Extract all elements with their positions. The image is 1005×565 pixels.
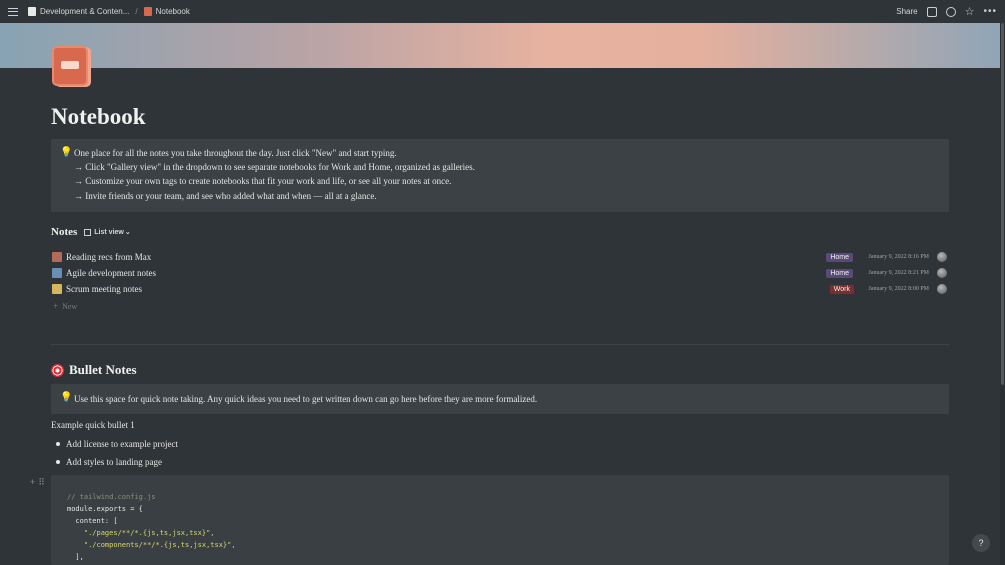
memo-icon [52,284,62,294]
more-options-button[interactable]: ••• [983,6,997,17]
target-icon [51,363,64,377]
list-item[interactable]: Agile development notes Home January 9, … [51,266,949,280]
note-title: Agile development notes [66,268,156,278]
page-cover-image [0,23,1000,68]
list-view-label: List view [94,228,124,236]
list-view-dropdown[interactable]: List view ⌄ [84,228,131,236]
bullet-dot [56,460,60,464]
code-block[interactable]: // tailwind.config.js module.exports = {… [51,475,949,565]
chevron-down-icon: ⌄ [124,229,131,236]
divider [51,344,949,345]
callout-line: → Invite friends or your team, and see w… [74,191,377,201]
intro-callout[interactable]: 💡 One place for all the notes you take t… [51,139,949,212]
code-line: "./components/**/*.{js,ts,jsx,tsx}", [67,541,236,549]
code-line: ], [67,553,84,561]
code-line: // tailwind.config.js [67,493,156,501]
top-actions: Share ☆ ••• [896,0,997,23]
tag-badge: Work [829,284,854,294]
list-item[interactable]: Scrum meeting notes Work January 9, 2022… [51,282,949,296]
block-handle[interactable]: + ⠿ [30,477,45,488]
notes-title[interactable]: Notes [51,226,77,238]
breadcrumb-separator: / [135,7,138,16]
breadcrumb-current[interactable]: Notebook [143,7,190,16]
callout-line: One place for all the notes you take thr… [74,148,397,158]
list-item[interactable]: Reading recs from Max Home January 9, 20… [51,250,949,264]
page-notebook-icon[interactable] [52,46,92,88]
code-line: content: [ [67,517,118,525]
drag-handle-icon[interactable]: ⠿ [38,477,45,488]
lightbulb-icon: 💡 [60,392,73,403]
book-icon [52,252,62,262]
code-line: "./pages/**/*.{js,ts,jsx,tsx}", [67,529,215,537]
tag-badge: Home [826,252,853,262]
bullet-item[interactable]: Add styles to landing page [56,457,162,467]
note-title: Scrum meeting notes [66,284,142,294]
new-note-label: New [62,301,78,311]
callout-line: → Click "Gallery view" in the dropdown t… [74,162,475,172]
favorite-star-icon[interactable]: ☆ [965,6,975,17]
add-block-icon[interactable]: + [30,477,35,488]
notes-icon [52,268,62,278]
note-title: Reading recs from Max [66,252,152,262]
new-note-button[interactable]: + New [53,301,77,311]
document-icon [28,7,36,16]
help-button[interactable]: ? [972,534,990,552]
share-button[interactable]: Share [896,7,917,16]
avatar [937,268,947,278]
history-icon[interactable] [945,6,956,17]
lightbulb-icon: 💡 [60,147,73,158]
avatar [937,252,947,262]
list-view-icon [84,228,92,236]
bullet-text: Add license to example project [66,439,178,449]
top-bar: Development & Conten... / Notebook Share… [0,0,1005,23]
avatar [937,284,947,294]
bullet-callout[interactable]: 💡 Use this space for quick note taking. … [51,384,949,414]
plus-icon: + [53,301,59,311]
bullet-item[interactable]: Add license to example project [56,439,178,449]
tag-badge: Home [826,268,853,278]
sidebar-menu-icon[interactable] [8,7,18,16]
bullet-notes-heading[interactable]: Bullet Notes [51,362,137,378]
breadcrumb-parent-label: Development & Conten... [40,7,130,16]
bullet-text: Add styles to landing page [66,457,162,467]
heading-text: Bullet Notes [69,362,137,377]
breadcrumb-current-label: Notebook [155,7,190,16]
created-date: January 9, 2022 8:21 PM [868,270,930,276]
paragraph[interactable]: Example quick bullet 1 [51,420,135,430]
callout-text: Use this space for quick note taking. An… [74,394,538,404]
page-title[interactable]: Notebook [51,104,146,130]
bullet-dot [56,442,60,446]
created-date: January 9, 2022 8:00 PM [868,286,930,292]
notebook-icon [143,7,152,16]
code-line: module.exports = { [67,505,143,513]
scrollbar-thumb[interactable] [1001,23,1004,385]
callout-line: → Customize your own tags to create note… [74,176,452,186]
notes-header: Notes List view ⌄ [51,226,131,238]
breadcrumb-parent[interactable]: Development & Conten... [28,7,129,16]
comments-icon[interactable] [926,6,937,17]
created-date: January 9, 2022 8:16 PM [868,254,930,260]
